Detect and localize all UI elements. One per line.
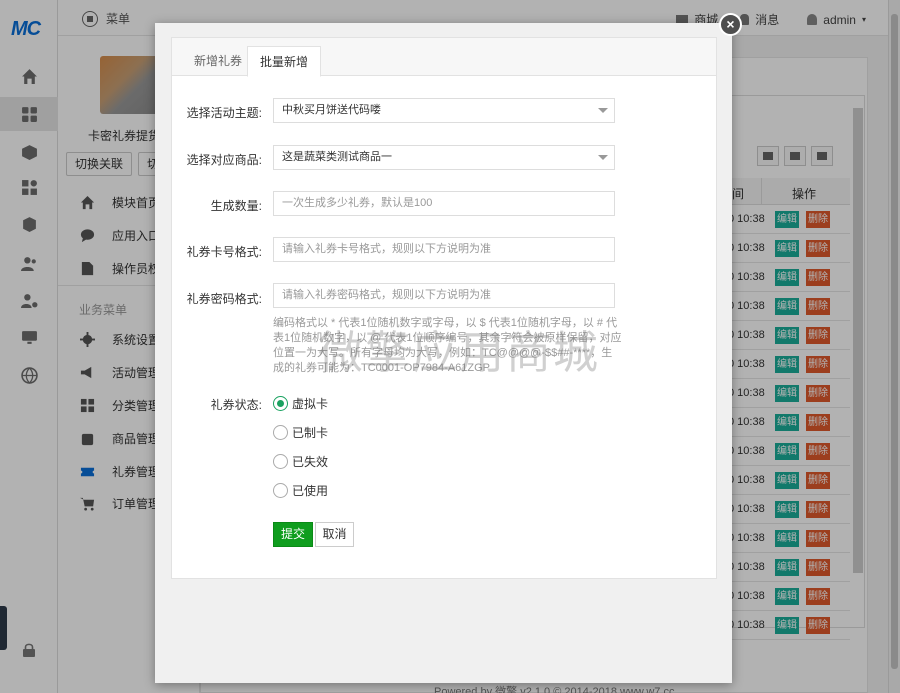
quantity-input[interactable]: 一次生成多少礼券，默认是100 xyxy=(273,191,615,216)
status-radio-used[interactable]: 已使用 xyxy=(273,482,328,499)
theme-label: 选择活动主题: xyxy=(186,106,262,120)
product-label: 选择对应商品: xyxy=(186,153,262,167)
tab-add-coupon[interactable]: 新增礼券 xyxy=(182,46,254,77)
caret-down-icon xyxy=(598,155,608,160)
theme-select[interactable]: 中秋买月饼送代码喽 xyxy=(273,98,615,123)
quantity-label: 生成数量: xyxy=(210,199,262,213)
status-radio-expired[interactable]: 已失效 xyxy=(273,453,328,470)
status-radio-virtual[interactable]: 虚拟卡 xyxy=(273,395,328,412)
watermark: 微擎应用商城 xyxy=(318,326,601,379)
pwd-format-label: 礼券密码格式: xyxy=(186,292,262,306)
caret-down-icon xyxy=(598,108,608,113)
product-select[interactable]: 这是蔬菜类测试商品一 xyxy=(273,145,615,170)
card-format-label: 礼券卡号格式: xyxy=(186,245,262,259)
card-format-input[interactable]: 请输入礼券卡号格式，规则以下方说明为准 xyxy=(273,237,615,262)
tab-batch-add[interactable]: 批量新增 xyxy=(247,46,322,77)
status-label: 礼券状态: xyxy=(210,398,262,412)
cancel-button[interactable]: 取消 xyxy=(315,522,354,547)
tab-bar: 新增礼券 批量新增 xyxy=(172,38,716,77)
form-card: 新增礼券 批量新增 选择活动主题: 中秋买月饼送代码喽 选择对应商品: 这是蔬菜… xyxy=(171,37,717,579)
pwd-format-input[interactable]: 请输入礼券密码格式，规则以下方说明为准 xyxy=(273,283,615,308)
close-icon[interactable]: × xyxy=(719,13,742,36)
status-radio-made[interactable]: 已制卡 xyxy=(273,424,328,441)
submit-button[interactable]: 提交 xyxy=(273,522,313,547)
